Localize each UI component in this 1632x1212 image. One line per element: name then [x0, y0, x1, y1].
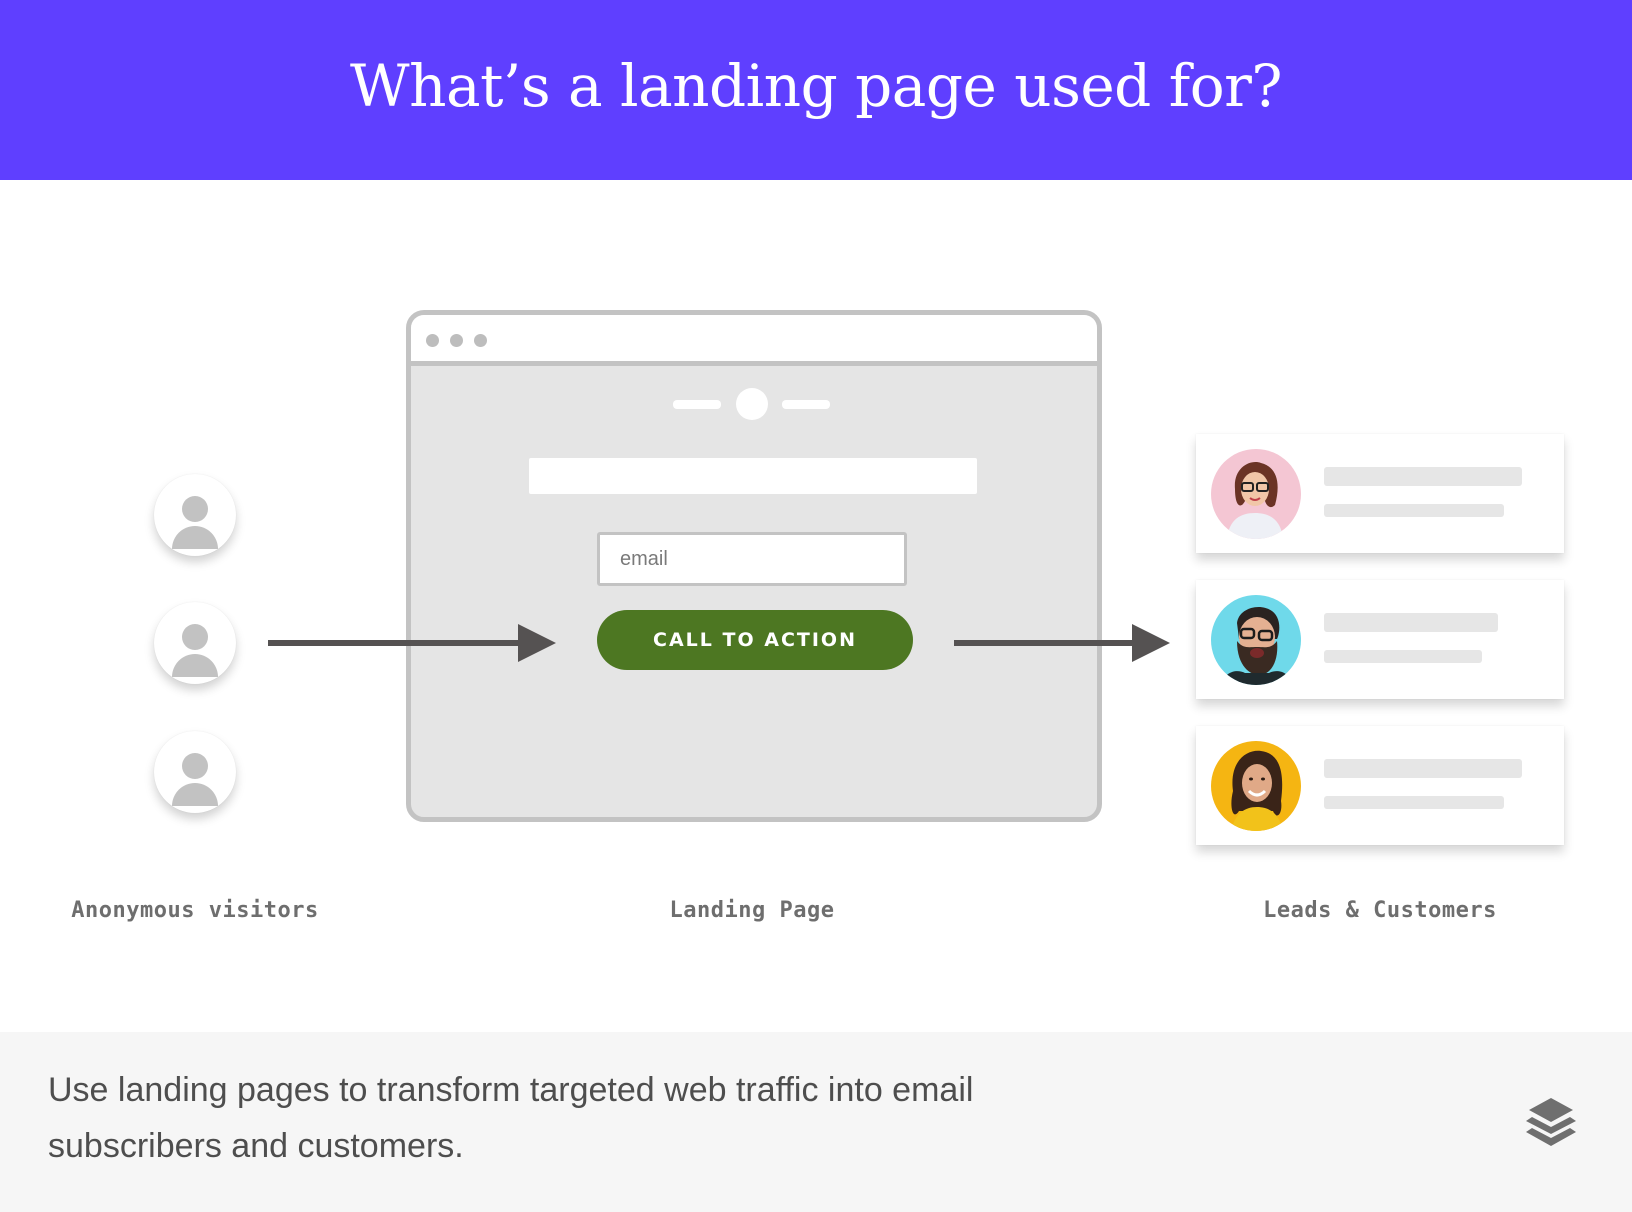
detail-placeholder: [1324, 504, 1504, 517]
detail-placeholder: [1324, 650, 1482, 663]
header-banner: What’s a landing page used for?: [0, 0, 1632, 180]
nav-placeholder-right: [782, 400, 830, 409]
lead-avatar: [1211, 741, 1301, 831]
window-dot-icon: [426, 334, 439, 347]
caption-leads-customers: Leads & Customers: [1263, 898, 1497, 923]
page-title: What’s a landing page used for?: [350, 52, 1282, 120]
lead-card: [1196, 434, 1564, 553]
footer: Use landing pages to transform targeted …: [0, 1032, 1632, 1212]
nav-placeholder-left: [673, 400, 721, 409]
lead-card: [1196, 580, 1564, 699]
visitor-avatar: [154, 731, 236, 813]
arrow-head-icon: [1132, 624, 1170, 662]
footer-description: Use landing pages to transform targeted …: [48, 1071, 974, 1165]
logo-placeholder-icon: [736, 388, 768, 420]
call-to-action-button[interactable]: CALL TO ACTION: [597, 610, 913, 670]
detail-placeholder: [1324, 796, 1504, 809]
arrow-page-to-leads: [954, 640, 1138, 646]
landing-page-browser-window: CALL TO ACTION: [406, 310, 1102, 822]
user-body-icon: [172, 783, 218, 806]
user-body-icon: [172, 654, 218, 677]
user-head-icon: [182, 496, 208, 522]
woman-with-glasses-photo-icon: [1211, 449, 1301, 539]
arrow-visitors-to-page: [268, 640, 522, 646]
window-dot-icon: [474, 334, 487, 347]
bearded-man-with-glasses-photo-icon: [1211, 595, 1301, 685]
lead-avatar: [1211, 449, 1301, 539]
name-placeholder: [1324, 613, 1498, 632]
visitor-avatar: [154, 474, 236, 556]
user-head-icon: [182, 753, 208, 779]
name-placeholder: [1324, 467, 1522, 486]
user-body-icon: [172, 526, 218, 549]
browser-title-bar: [411, 315, 1097, 366]
smiling-woman-photo-icon: [1211, 741, 1301, 831]
arrow-head-icon: [518, 624, 556, 662]
lead-avatar: [1211, 595, 1301, 685]
stacked-layers-logo-icon: [1526, 1098, 1576, 1146]
lead-card: [1196, 726, 1564, 845]
user-head-icon: [182, 624, 208, 650]
visitor-avatar: [154, 602, 236, 684]
email-input[interactable]: [597, 532, 907, 586]
name-placeholder: [1324, 759, 1522, 778]
window-dot-icon: [450, 334, 463, 347]
headline-placeholder: [529, 458, 977, 494]
caption-landing-page: Landing Page: [669, 898, 835, 923]
caption-anonymous-visitors: Anonymous visitors: [71, 898, 319, 923]
